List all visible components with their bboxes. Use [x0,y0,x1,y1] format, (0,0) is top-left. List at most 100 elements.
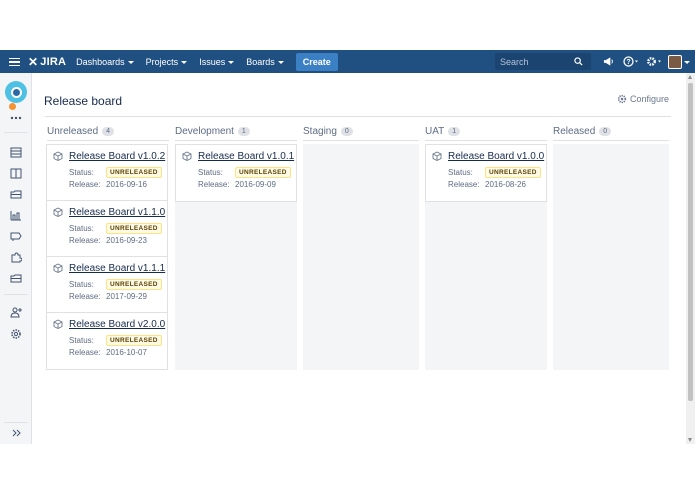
release-label: Release: [69,348,101,357]
nav-right-group: ? [495,50,695,73]
gear-icon [617,94,627,104]
backlog-icon[interactable] [7,143,25,161]
column-name: UAT [425,126,445,137]
version-card[interactable]: Release Board v2.0.0 Status: UNRELEASED R… [46,312,168,370]
jira-logo[interactable]: ✕ JIRA [28,56,66,68]
release-date: 2016-09-23 [106,236,147,245]
search-icon[interactable] [574,57,583,66]
page-scrollbar[interactable] [686,73,695,444]
app-frame: ✕ JIRA Dashboards Projects Issues Boards… [0,0,695,494]
more-icon[interactable] [7,109,25,127]
header-divider [45,116,671,117]
nav-projects[interactable]: Projects [146,57,188,67]
version-card[interactable]: Release Board v1.1.1 Status: UNRELEASED R… [46,256,168,313]
version-title-link[interactable]: Release Board v1.0.2 [69,151,165,162]
release-label: Release: [69,236,101,245]
column-name: Released [553,126,596,137]
configure-button[interactable]: Configure [617,94,669,104]
column-unreleased: Release Board v1.0.2 Status: UNRELEASED R… [46,144,169,370]
status-label: Status: [69,336,94,345]
configure-label: Configure [630,94,670,104]
scrollbar-thumb[interactable] [688,83,693,401]
card-release-row: Release: 2016-09-16 [69,180,147,189]
column-divider [175,140,297,141]
releases-icon[interactable] [7,185,25,203]
release-date: 2017-09-29 [106,292,147,301]
scroll-up-arrow-icon[interactable] [688,75,692,79]
status-badge: UNRELEASED [106,167,162,178]
expand-icon[interactable] [7,424,25,442]
release-board-icon[interactable] [7,269,25,287]
issues-icon[interactable] [7,227,25,245]
jira-logo-icon: ✕ [28,54,39,69]
release-label: Release: [448,180,480,189]
jira-logo-text: JIRA [40,55,67,68]
status-label: Status: [69,168,94,177]
column-header-uat: UAT 1 [425,126,461,137]
version-title-link[interactable]: Release Board v1.0.1 [198,151,294,162]
status-badge: UNRELEASED [106,335,162,346]
scroll-down-arrow-icon[interactable] [688,438,692,442]
board-icon[interactable] [7,164,25,182]
help-icon[interactable]: ? [622,50,640,73]
components-icon[interactable] [7,248,25,266]
nav-projects-label: Projects [145,56,179,67]
card-status-row: Status: UNRELEASED [69,223,162,234]
release-label: Release: [198,180,230,189]
nav-boards-label: Boards [246,56,275,67]
card-header: Release Board v1.1.0 [53,207,165,218]
version-title-link[interactable]: Release Board v1.1.1 [69,263,165,274]
card-header: Release Board v1.1.1 [53,263,165,274]
nav-dashboards[interactable]: Dashboards [76,57,134,67]
nav-issues[interactable]: Issues [199,57,235,67]
feedback-megaphone-icon[interactable] [599,50,617,73]
status-badge: UNRELEASED [106,279,162,290]
create-button[interactable]: Create [295,52,338,71]
version-title-link[interactable]: Release Board v1.1.0 [69,207,165,218]
settings-icon[interactable] [7,325,25,343]
version-card[interactable]: Release Board v1.0.1 Status: UNRELEASED R… [175,144,297,202]
column-divider [425,140,547,141]
column-header-development: Development 1 [175,126,250,137]
project-avatar-icon[interactable] [5,81,27,110]
card-release-row: Release: 2016-09-09 [198,180,276,189]
status-badge: UNRELEASED [235,167,291,178]
card-release-row: Release: 2017-09-29 [69,292,147,301]
column-count-badge: 0 [599,127,612,136]
version-box-icon [53,207,63,217]
card-release-row: Release: 2016-10-07 [69,348,147,357]
chevron-down-icon [277,60,284,64]
search-box [495,53,591,70]
add-people-icon[interactable] [7,303,25,321]
column-header-unreleased: Unreleased 4 [47,126,115,137]
card-release-row: Release: 2016-08-26 [448,180,526,189]
nav-boards[interactable]: Boards [246,57,284,67]
chevron-down-icon [127,60,134,64]
release-date: 2016-09-16 [106,180,147,189]
version-title-link[interactable]: Release Board v2.0.0 [69,319,165,330]
column-divider [553,140,669,141]
app-switcher-icon[interactable] [0,50,28,73]
bottom-whitespace [0,444,695,494]
version-card[interactable]: Release Board v1.0.2 Status: UNRELEASED R… [46,144,168,201]
column-name: Unreleased [47,126,99,137]
search-input[interactable] [500,56,574,67]
version-box-icon [53,263,63,273]
card-header: Release Board v1.0.1 [182,151,294,162]
card-release-row: Release: 2016-09-23 [69,236,147,245]
column-staging [303,144,419,370]
version-box-icon [182,151,192,161]
user-avatar-menu[interactable] [668,50,690,73]
status-badge: UNRELEASED [485,167,541,178]
version-card[interactable]: Release Board v1.1.0 Status: UNRELEASED R… [46,200,168,257]
status-label: Status: [198,168,223,177]
version-title-link[interactable]: Release Board v1.0.0 [448,151,544,162]
status-label: Status: [69,224,94,233]
version-card[interactable]: Release Board v1.0.0 Status: UNRELEASED R… [425,144,547,202]
column-name: Staging [303,126,337,137]
status-label: Status: [69,280,94,289]
reports-icon[interactable] [7,206,25,224]
card-header: Release Board v1.0.2 [53,151,165,162]
settings-gear-icon[interactable] [645,50,663,73]
column-header-staging: Staging 0 [303,126,353,137]
